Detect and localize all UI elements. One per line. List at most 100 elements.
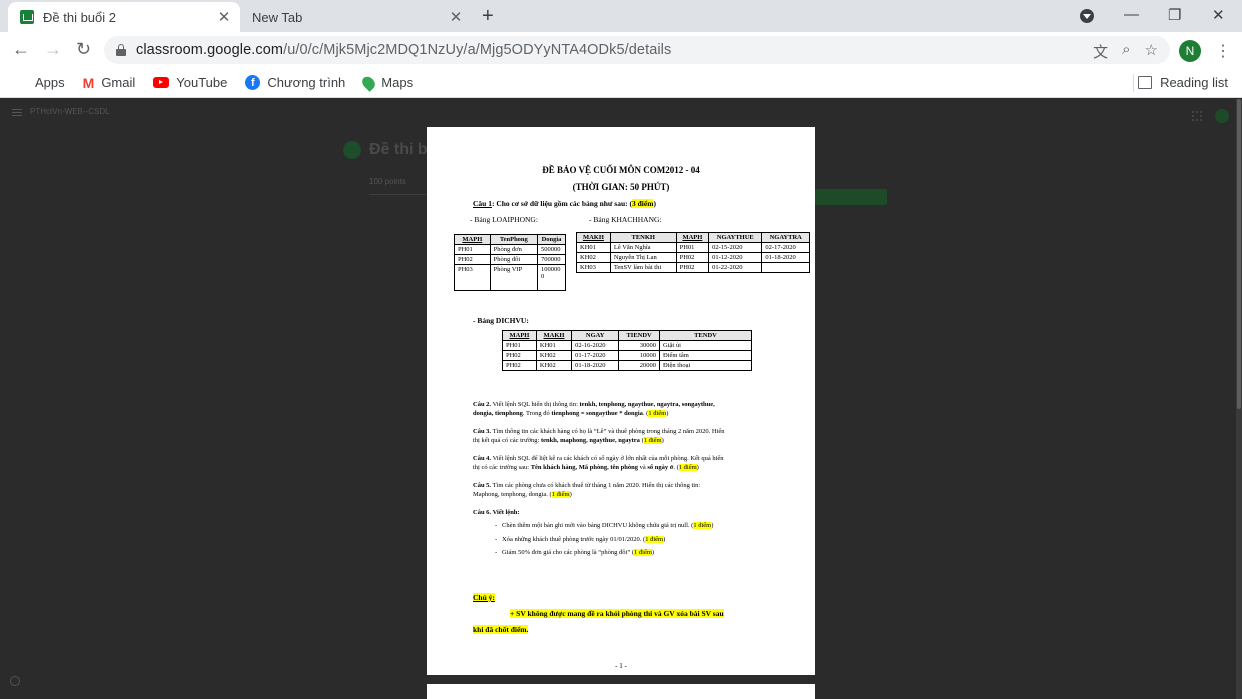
bookmark-label: Maps	[381, 75, 414, 90]
question-6-item: - Giảm 50% đơn giá cho các phòng là “phò…	[495, 549, 655, 556]
question-6-item: - Xóa những khách thuê phòng trước ngày …	[495, 536, 666, 543]
back-arrow-icon[interactable]: ←	[12, 40, 30, 58]
column-header: MAKH	[535, 330, 573, 341]
document-subtitle: (THỜI GIAN: 50 PHÚT)	[572, 182, 670, 192]
table-cell: 01-17-2020	[571, 350, 620, 361]
close-tab-icon[interactable]: ✕	[446, 8, 466, 26]
gmail-icon: M	[82, 74, 95, 91]
document-page-2	[427, 684, 815, 699]
mark-as-done-button[interactable]	[815, 189, 887, 205]
table-header-row: MAPH TenPhong Dongia	[454, 234, 566, 245]
table-cell: PH02	[675, 262, 710, 273]
table-cell: 01-18-2020	[571, 360, 620, 371]
table-cell: KH02	[576, 252, 611, 263]
table-cell: 1000000	[537, 264, 566, 291]
account-avatar[interactable]	[1215, 109, 1229, 123]
table-cell	[761, 262, 810, 273]
tab-de-thi[interactable]: Đề thi buổi 2 ✕	[8, 2, 240, 32]
lock-icon[interactable]	[116, 44, 126, 56]
bookmark-apps[interactable]: Apps	[14, 75, 65, 90]
close-tab-icon[interactable]: ✕	[214, 8, 234, 26]
forward-arrow-icon[interactable]: →	[44, 40, 62, 58]
document-page: ĐỀ BẢO VỆ CUỐI MÔN COM2012 - 04 (THỜI GI…	[427, 127, 815, 675]
bookmark-star-icon[interactable]: ☆	[1145, 41, 1158, 62]
table-cell: PH01	[675, 242, 710, 253]
help-icon[interactable]	[10, 676, 20, 686]
apps-grid-icon[interactable]	[1192, 111, 1202, 121]
table-header-row: MAPH MAKH NGAY TIENDV TENDV	[502, 330, 752, 341]
table-cell: KH03	[576, 262, 611, 273]
dichvu-label: - Bảng DICHVU:	[473, 316, 529, 325]
khachhang-label: - Bảng KHACHHANG:	[589, 215, 662, 224]
question-2: Câu 2. Viết lệnh SQL hiển thị thông tin:…	[473, 401, 715, 417]
profile-avatar[interactable]: N	[1179, 40, 1201, 62]
dichvu-table: MAPH MAKH NGAY TIENDV TENDV PH01 KH01 02…	[502, 330, 752, 371]
question-3: Câu 3. Tìm thông tin các khách hàng có h…	[473, 428, 725, 444]
table-cell: 02-17-2020	[761, 242, 810, 253]
table-cell: 02-15-2020	[708, 242, 763, 253]
bookmark-maps[interactable]: Maps	[359, 73, 414, 92]
scrollbar-thumb[interactable]	[1237, 99, 1241, 409]
table-cell: PH03	[454, 264, 491, 291]
table-cell: Phòng VIP	[489, 264, 539, 291]
column-header: MAKH	[576, 232, 611, 243]
table-cell: PH01	[454, 244, 491, 255]
tab-strip: Đề thi buổi 2 ✕ New Tab ✕ + — ❐ ✕	[0, 0, 1242, 32]
table-cell: Giặt ủi	[659, 340, 752, 351]
column-header: NGAY	[571, 330, 620, 341]
bookmark-chuong-trinh[interactable]: f Chương trình	[245, 75, 345, 90]
restore-button[interactable]: ❐	[1168, 6, 1181, 24]
table-cell: 500000	[537, 244, 566, 255]
table-cell: 700000	[537, 254, 566, 265]
table-cell: Nguyễn Thị Lan	[609, 252, 677, 263]
note-line-2: khi đã chốt điểm.	[473, 625, 529, 634]
bookmarks-bar: Apps M Gmail YouTube f Chương trình Maps…	[0, 68, 1242, 98]
bookmark-label: Chương trình	[267, 75, 346, 90]
reading-list-label: Reading list	[1160, 75, 1228, 90]
minimize-button[interactable]: —	[1124, 6, 1139, 23]
column-header: MAPH	[675, 232, 710, 243]
more-menu-icon[interactable]: ⋮	[1215, 41, 1231, 61]
table-cell: KH02	[535, 360, 573, 371]
course-name: PTHctVn-WEB--CSDL	[30, 107, 110, 116]
youtube-icon	[153, 77, 170, 88]
bookmark-youtube[interactable]: YouTube	[153, 75, 227, 90]
table-row: KH01 Lê Văn Nghĩa PH01 02-15-2020 02-17-…	[576, 242, 810, 253]
facebook-icon: f	[245, 75, 261, 90]
table-cell: PH02	[502, 360, 537, 371]
table-cell: PH02	[454, 254, 491, 265]
table-cell: KH02	[535, 350, 573, 361]
loaiphong-label: - Bảng LOAIPHONG:	[470, 215, 538, 224]
column-header: TenPhong	[489, 234, 539, 245]
browser-toolbar: ← → ↻ classroom.google.com/u/0/c/Mjk5Mjc…	[0, 32, 1242, 68]
bookmark-gmail[interactable]: M Gmail	[83, 75, 136, 91]
question-6-item: - Chèn thêm một bản ghi mới vào bảng DIC…	[495, 522, 714, 529]
khachhang-table: MAKH TENKH MAPH NGAYTHUE NGAYTRA KH01 Lê…	[576, 232, 810, 273]
table-cell: PH01	[502, 340, 537, 351]
menu-icon[interactable]	[12, 109, 22, 110]
table-row: KH02 Nguyễn Thị Lan PH02 01-12-2020 01-1…	[576, 252, 810, 263]
table-cell: 01-18-2020	[761, 252, 810, 263]
table-row: KH03 TenSV làm bài thi PH02 01-22-2020	[576, 262, 810, 273]
bookmark-label: Apps	[35, 75, 65, 90]
tab-title: Đề thi buổi 2	[43, 9, 116, 25]
translate-icon[interactable]: 文	[1093, 41, 1108, 62]
tab-new-tab[interactable]: New Tab ✕	[240, 2, 472, 32]
bookmark-label: Gmail	[101, 75, 136, 90]
table-row: PH02 KH02 01-18-2020 20000 Điện thoại	[502, 360, 752, 371]
reload-icon[interactable]: ↻	[76, 40, 91, 58]
new-tab-button[interactable]: +	[482, 6, 494, 26]
close-window-button[interactable]: ✕	[1212, 6, 1225, 24]
apps-grid-icon	[14, 76, 28, 90]
classroom-icon	[20, 10, 34, 24]
reading-list-button[interactable]: Reading list	[1138, 75, 1228, 90]
zoom-icon[interactable]: ⌕	[1122, 41, 1130, 62]
table-cell: 01-22-2020	[708, 262, 763, 273]
table-cell: PH02	[675, 252, 710, 263]
table-row: PH01 Phòng đơn 500000	[454, 244, 566, 255]
column-header: NGAYTHUE	[708, 232, 763, 243]
scrollbar[interactable]	[1236, 99, 1242, 699]
table-cell: TenSV làm bài thi	[609, 262, 677, 273]
tab-search-icon[interactable]	[1080, 9, 1094, 23]
address-bar[interactable]: classroom.google.com/u/0/c/Mjk5Mjc2MDQ1N…	[104, 36, 1170, 64]
